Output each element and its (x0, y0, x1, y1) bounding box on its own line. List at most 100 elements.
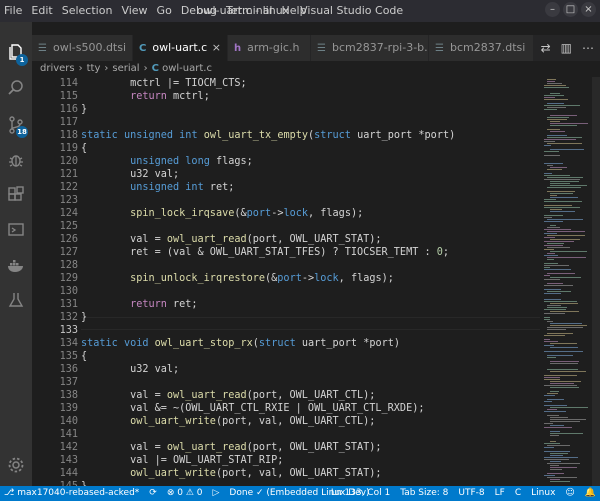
tab-owl-uart-c[interactable]: Cowl-uart.c × (133, 35, 228, 61)
code-line: owl_uart_write(port, val, OWL_UART_CTL); (130, 416, 376, 427)
line-number: 128 (59, 260, 78, 271)
problems-indicator[interactable]: ⊗ 0 ⚠ 0 (167, 486, 203, 501)
breadcrumb-drivers[interactable]: drivers (40, 63, 75, 74)
cursor-position[interactable]: Ln 133, Col 1 (331, 486, 390, 501)
platformio-icon[interactable] (6, 290, 26, 310)
settings-gear-icon[interactable] (6, 455, 26, 475)
line-number: 121 (59, 169, 78, 180)
code-line: static void owl_uart_stop_rx(struct uart… (81, 338, 401, 349)
maximize-button[interactable]: □ (563, 2, 578, 17)
warning-icon: ⚠ 0 (185, 488, 203, 498)
line-number: 132 (59, 312, 78, 323)
line-number: 135 (59, 351, 78, 362)
line-number-gutter: 114 115 116 117 118 119 120 121 122 123 124 125 126 1… (32, 77, 82, 486)
menu-terminal[interactable]: Terminal (226, 4, 273, 17)
minimap[interactable] (540, 77, 600, 486)
close-window-button[interactable]: × (581, 2, 596, 17)
target-platform[interactable]: Linux (531, 486, 555, 501)
run-icon[interactable]: ▷ (213, 486, 220, 501)
vertical-scrollbar[interactable] (592, 77, 600, 486)
code-line: } (81, 104, 88, 115)
c-file-icon: C (151, 63, 159, 74)
explorer-badge: 1 (16, 54, 28, 66)
line-number: 140 (59, 416, 78, 427)
window-controls: – □ × (545, 2, 596, 17)
branch-indicator[interactable]: ⎇ max17040-rebased-acked* (4, 486, 139, 501)
line-number: 122 (59, 182, 78, 193)
line-number: 119 (59, 143, 78, 154)
debug-icon[interactable] (6, 150, 26, 170)
line-number: 139 (59, 403, 78, 414)
language-mode[interactable]: C (515, 486, 521, 501)
docker-icon[interactable] (6, 255, 26, 275)
line-number: 131 (59, 299, 78, 310)
menu-selection[interactable]: Selection (62, 4, 113, 17)
code-line: u32 val; (81, 364, 180, 375)
code-line: val |= OWL_UART_STAT_RIP; (81, 455, 284, 466)
search-icon[interactable] (6, 78, 26, 98)
code-line: { (81, 351, 88, 362)
breadcrumb-serial[interactable]: serial (112, 63, 139, 74)
code-line: owl_uart_write(port, val, OWL_UART_STAT)… (130, 468, 382, 479)
breadcrumb-file[interactable]: owl-uart.c (162, 63, 212, 74)
sync-icon[interactable]: ⟳ (149, 486, 157, 501)
line-number: 125 (59, 221, 78, 232)
error-icon: ⊗ 0 (166, 488, 183, 498)
menu-debug[interactable]: Debug (181, 4, 217, 17)
tab-owl-s500-dtsi[interactable]: ☰ owl-s500.dtsi (32, 35, 133, 61)
split-editor-icon[interactable]: ▥ (561, 41, 572, 55)
encoding[interactable]: UTF-8 (458, 486, 484, 501)
line-ending[interactable]: LF (495, 486, 505, 501)
code-line: mctrl |= TIOCM_CTS; (81, 78, 247, 89)
minimize-button[interactable]: – (545, 2, 560, 17)
line-number: 141 (59, 429, 78, 440)
code-line: unsigned long flags; (130, 156, 253, 167)
source-control-badge: 18 (16, 126, 28, 138)
close-tab-icon[interactable]: × (212, 35, 221, 61)
more-actions-icon[interactable]: ⋯ (582, 41, 594, 55)
menu-edit[interactable]: Edit (31, 4, 52, 17)
menu-bar: File Edit Selection View Go Debug Termin… (4, 4, 307, 17)
feedback-icon[interactable]: ☺ (565, 486, 574, 501)
tab-arm-gic-h[interactable]: h arm-gic.h (228, 35, 311, 61)
line-number: 126 (59, 234, 78, 245)
line-number: 123 (59, 195, 78, 206)
line-number: 137 (59, 377, 78, 388)
code-line: val = owl_uart_read(port, OWL_UART_CTL); (81, 390, 376, 401)
line-number: 129 (59, 273, 78, 284)
compare-changes-icon[interactable]: ⇄ (541, 41, 551, 55)
editor-actions: ⇄ ▥ ⋯ (541, 35, 594, 61)
line-number: 116 (59, 104, 78, 115)
code-line: } (81, 312, 88, 323)
remote-explorer-icon[interactable] (6, 220, 26, 240)
line-number: 127 (59, 247, 78, 258)
breadcrumb-tty[interactable]: tty (87, 63, 101, 74)
tab-bcm2837-rpi-3-b-dts[interactable]: ☰bcm2837-rpi-3-b.dts (311, 35, 429, 61)
breadcrumb: drivers › tty › serial › C owl-uart.c (40, 63, 212, 74)
line-number: 136 (59, 364, 78, 375)
line-number: 134 (59, 338, 78, 349)
tab-bcm2837-dtsi[interactable]: ☰ bcm2837.dtsi (429, 35, 534, 61)
code-content[interactable]: mctrl |= TIOCM_CTS; return mctrl;} static… (81, 77, 539, 486)
tab-size[interactable]: Tab Size: 8 (400, 486, 448, 501)
code-editor[interactable]: 114 115 116 117 118 119 120 121 122 123 124 125 126 1… (32, 77, 540, 486)
menu-help[interactable]: Help (282, 4, 307, 17)
code-line: val &= ~(OWL_UART_CTL_RXIE | OWL_UART_CT… (81, 403, 425, 414)
line-number: 143 (59, 455, 78, 466)
code-line: val = owl_uart_read(port, OWL_UART_STAT)… (81, 442, 382, 453)
menu-view[interactable]: View (121, 4, 147, 17)
line-number: 117 (59, 117, 78, 128)
code-line: spin_unlock_irqrestore(&port->lock, flag… (130, 273, 394, 284)
notifications-icon[interactable]: 🔔 (585, 486, 596, 501)
extensions-icon[interactable] (6, 185, 26, 205)
line-number: 138 (59, 390, 78, 401)
menu-go[interactable]: Go (157, 4, 172, 17)
menu-file[interactable]: File (4, 4, 22, 17)
